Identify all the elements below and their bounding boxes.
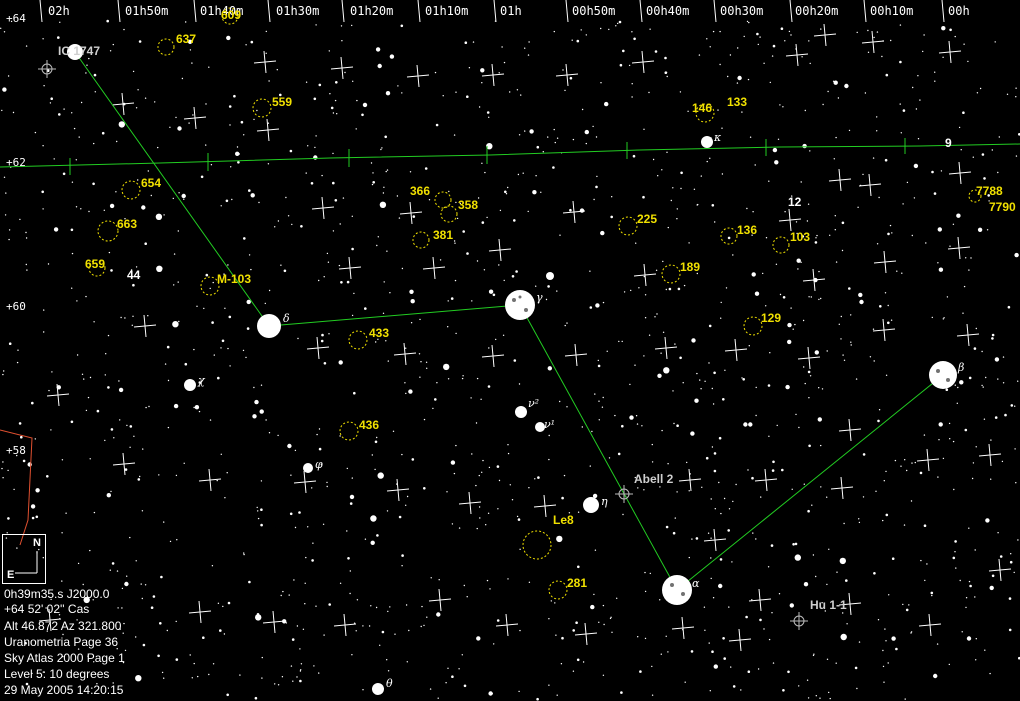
info-datetime: 29 May 2005 14:20:15 <box>4 683 124 697</box>
greek-beta: β <box>958 361 965 374</box>
label-ngc189[interactable]: 189 <box>680 260 700 274</box>
ra-label: 01h <box>500 4 522 18</box>
star-chi-cas <box>184 379 196 391</box>
label-le8[interactable]: Le8 <box>553 513 574 527</box>
label-ngc436[interactable]: 436 <box>359 418 379 432</box>
ra-label: 00h30m <box>720 4 764 18</box>
label-ngc659[interactable]: 659 <box>85 257 105 271</box>
info-dec: +64 52' 02'' Cas <box>4 602 90 616</box>
label-ngc281[interactable]: 281 <box>567 576 587 590</box>
dec-label: +58 <box>6 444 26 457</box>
label-ngc381[interactable]: 381 <box>433 228 453 242</box>
info-ra: 0h39m35.s J2000.0 <box>4 587 110 601</box>
label-ngc146[interactable]: 146 <box>692 101 712 115</box>
label-ngc133[interactable]: 133 <box>727 95 747 109</box>
star-delta-cas <box>257 314 281 338</box>
star-chart[interactable] <box>0 0 1020 701</box>
ra-label: 00h40m <box>646 4 690 18</box>
greek-gamma: γ <box>536 291 543 304</box>
label-ic1747[interactable]: IC 1747 <box>58 44 100 58</box>
label-ngc358[interactable]: 358 <box>458 198 478 212</box>
ra-label: 01h30m <box>276 4 320 18</box>
label-hu11[interactable]: Hu 1-1 <box>810 598 847 612</box>
label-abell2[interactable]: Abell 2 <box>634 472 673 486</box>
label-ngc129[interactable]: 129 <box>761 311 781 325</box>
info-skyatlas: Sky Atlas 2000 Page 1 <box>4 651 125 665</box>
ra-label: 01h10m <box>425 4 469 18</box>
label-star-44[interactable]: 44 <box>127 268 140 282</box>
label-star-12[interactable]: 12 <box>788 195 801 209</box>
greek-kappa: κ <box>714 131 722 144</box>
info-altaz: Alt 46.872 Az 321.800 <box>4 619 122 633</box>
dec-label: +62 <box>6 156 26 169</box>
orientation-compass: N E <box>2 534 46 584</box>
label-ngc654[interactable]: 654 <box>141 176 161 190</box>
greek-nu2: ν² <box>528 397 540 410</box>
greek-nu1: ν¹ <box>544 418 556 431</box>
star-kappa-cas <box>701 136 713 148</box>
dec-label: +64 <box>6 12 26 25</box>
label-ngc225[interactable]: 225 <box>637 212 657 226</box>
label-ngc433[interactable]: 433 <box>369 326 389 340</box>
dec-label: +60 <box>6 300 26 313</box>
label-ngc609[interactable]: 609 <box>221 8 241 22</box>
greek-chi: χ <box>198 374 205 387</box>
label-ngc7790[interactable]: 7790 <box>989 200 1016 214</box>
label-ngc663[interactable]: 663 <box>117 217 137 231</box>
label-star-9[interactable]: 9 <box>945 136 952 150</box>
star-gamma-cas <box>505 290 535 320</box>
info-level: Level 5: 10 degrees <box>4 667 110 681</box>
star-nu2-cas <box>515 406 527 418</box>
greek-eta: η <box>601 495 608 508</box>
ra-label: 00h50m <box>572 4 616 18</box>
star-alpha-cas <box>662 575 692 605</box>
label-ngc366[interactable]: 366 <box>410 184 430 198</box>
info-uranometria: Uranometria Page 36 <box>4 635 119 649</box>
greek-phi: φ <box>315 458 323 471</box>
star-theta-cas <box>372 683 384 695</box>
ra-label: 01h20m <box>350 4 394 18</box>
label-ngc637[interactable]: 637 <box>176 32 196 46</box>
label-ngc103[interactable]: 103 <box>790 230 810 244</box>
star-phi-cas <box>303 463 313 473</box>
ra-label: 00h20m <box>795 4 839 18</box>
greek-theta: θ <box>386 677 393 690</box>
ra-label: 01h50m <box>125 4 169 18</box>
label-ngc136[interactable]: 136 <box>737 223 757 237</box>
ra-label: 00h <box>948 4 970 18</box>
star-beta-cas <box>929 361 957 389</box>
greek-alpha: α <box>692 577 700 590</box>
label-ngc559[interactable]: 559 <box>272 95 292 109</box>
ra-label: 02h <box>48 4 70 18</box>
label-ngc7788[interactable]: 7788 <box>976 184 1003 198</box>
ra-label: 00h10m <box>870 4 914 18</box>
star-eta-cas <box>583 497 599 513</box>
label-m103[interactable]: M-103 <box>217 272 251 286</box>
compass-east: E <box>7 569 15 581</box>
greek-delta: δ <box>283 312 290 325</box>
